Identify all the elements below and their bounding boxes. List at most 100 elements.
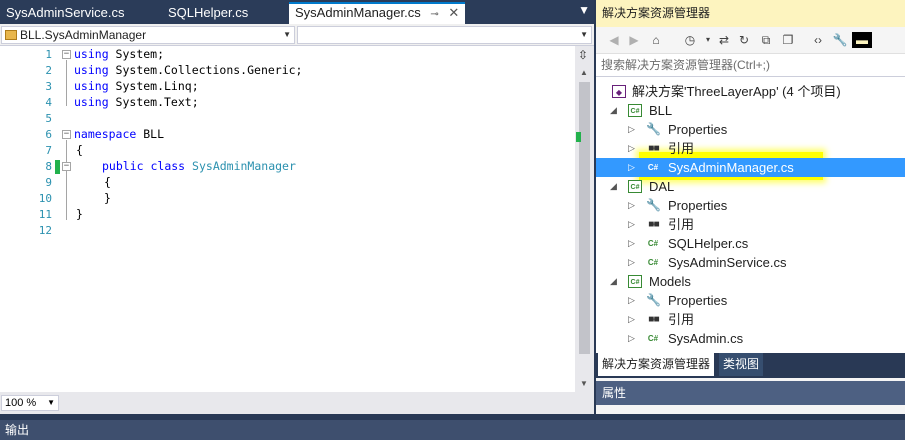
tree-item-label: Properties [668, 293, 728, 308]
properties-panel-body [596, 405, 905, 414]
tree-item-file[interactable]: ▷ C# SysAdmin.cs [596, 329, 905, 348]
properties-icon[interactable]: 🔧 [832, 32, 848, 48]
expand-arrow-icon[interactable]: ▷ [628, 329, 635, 348]
expand-arrow-icon[interactable]: ▷ [628, 291, 635, 310]
line-number: 10 [38, 192, 52, 205]
scroll-down-icon[interactable]: ▼ [580, 379, 588, 388]
close-icon[interactable]: ✕ [448, 5, 459, 20]
code-line: public class SysAdminManager [102, 159, 296, 173]
tree-item-properties[interactable]: ▷ 🔧 Properties [596, 291, 905, 310]
home-icon[interactable]: ⌂ [648, 32, 664, 48]
chevron-down-icon[interactable]: ▾ [700, 32, 716, 48]
member-dropdown[interactable]: ▼ [297, 26, 592, 44]
refresh-icon[interactable]: ↻ [736, 32, 752, 48]
tab-list-dropdown-icon[interactable]: ▼ [578, 3, 590, 17]
solution-explorer-toolbar: ◀ ▶ ⌂ ◷ ▾ ⇄ ↻ ⧉ ❐ ‹› 🔧 ▬ [596, 27, 905, 54]
fold-guide [66, 60, 67, 106]
tab-sysadminservice[interactable]: SysAdminService.cs [0, 2, 130, 24]
tree-item-properties[interactable]: ▷ 🔧 Properties [596, 196, 905, 215]
expand-arrow-icon[interactable]: ▷ [628, 120, 635, 139]
keyword: namespace [74, 127, 137, 141]
zoom-dropdown[interactable]: 100 % ▼ [1, 395, 59, 411]
tab-label: SysAdminManager.cs [295, 5, 421, 20]
collapse-all-icon[interactable]: ⧉ [758, 32, 774, 48]
code-line: using System.Text; [74, 95, 199, 109]
tree-item-file[interactable]: ▷ C# SQLHelper.cs [596, 234, 905, 253]
show-all-files-icon[interactable]: ❐ [780, 32, 796, 48]
type-dropdown[interactable]: BLL.SysAdminManager ▼ [1, 26, 295, 44]
back-icon[interactable]: ◀ [606, 32, 622, 48]
expanded-arrow-icon[interactable]: ◢ [610, 272, 617, 291]
namespace-ref: System.Collections.Generic; [108, 63, 303, 77]
properties-panel-title[interactable]: 属性 [596, 381, 905, 405]
forward-icon[interactable]: ▶ [626, 32, 642, 48]
horizontal-scrollbar[interactable] [64, 399, 574, 407]
expand-arrow-icon[interactable]: ▷ [628, 196, 635, 215]
namespace-name: BLL [136, 127, 165, 141]
references-icon: ■-■ [648, 143, 659, 154]
scroll-up-icon[interactable]: ▲ [580, 68, 588, 77]
expand-arrow-icon[interactable]: ▷ [628, 158, 635, 177]
editor-bottom-bar: 100 % ▼ [0, 392, 594, 414]
pending-changes-filter-icon[interactable]: ◷ [682, 32, 698, 48]
pin-icon[interactable]: ⊸ [430, 9, 438, 20]
tree-item-solution[interactable]: ◆ 解决方案'ThreeLayerApp' (4 个项目) [596, 82, 905, 101]
tree-item-references[interactable]: ▷ ■-■ 引用 [596, 215, 905, 234]
expand-arrow-icon[interactable]: ▷ [628, 215, 635, 234]
output-panel-tab[interactable]: 输出 [0, 420, 905, 440]
sync-icon[interactable]: ⇄ [716, 32, 732, 48]
scrollbar-thumb[interactable] [579, 82, 590, 354]
expanded-arrow-icon[interactable]: ◢ [610, 177, 617, 196]
tree-item-label: Properties [668, 122, 728, 137]
vs-ide-window: SysAdminService.cs SQLHelper.cs SysAdmin… [0, 0, 905, 440]
tab-label: SysAdminService.cs [6, 5, 125, 20]
keyword: using [74, 95, 109, 109]
tree-item-project[interactable]: ◢ C# Models [596, 272, 905, 291]
wrench-icon: 🔧 [646, 293, 661, 307]
tree-item-file[interactable]: ▷ C# SysAdminService.cs [596, 253, 905, 272]
solution-search-input[interactable]: 搜索解决方案资源管理器(Ctrl+;) [596, 54, 905, 77]
code-line: } [76, 207, 83, 221]
tree-item-references[interactable]: ▷ ■-■ 引用 [596, 310, 905, 329]
line-number: 4 [45, 96, 52, 109]
csharp-project-icon: C# [628, 180, 642, 193]
code-editor: SysAdminService.cs SQLHelper.cs SysAdmin… [0, 0, 594, 414]
tab-sysadminmanager[interactable]: SysAdminManager.cs ⊸ ✕ [289, 2, 465, 24]
chevron-down-icon: ▼ [283, 30, 291, 39]
tree-item-label: SQLHelper.cs [668, 236, 749, 251]
type-dropdown-value: BLL.SysAdminManager [20, 28, 147, 42]
code-line: using System; [74, 47, 164, 61]
keyword: public [102, 159, 144, 173]
tab-class-view[interactable]: 类视图 [719, 353, 764, 376]
expand-arrow-icon[interactable]: ▷ [628, 234, 635, 253]
preview-selected-icon[interactable]: ▬ [852, 32, 872, 48]
tree-item-project[interactable]: ◢ C# DAL [596, 177, 905, 196]
tree-item-properties[interactable]: ▷ 🔧 Properties [596, 120, 905, 139]
expanded-arrow-icon[interactable]: ◢ [610, 101, 617, 120]
csharp-project-icon: C# [628, 104, 642, 117]
tab-solution-explorer[interactable]: 解决方案资源管理器 [598, 353, 715, 376]
tree-item-file-selected[interactable]: ▷ C# SysAdminManager.cs [596, 158, 905, 177]
tree-item-label: Models [649, 274, 691, 289]
tree-item-project[interactable]: ◢ C# BLL [596, 101, 905, 120]
code-text-area[interactable]: 1 2 3 4 5 6 7 8 9 10 11 12 − − − using S… [0, 46, 575, 392]
vertical-scrollbar[interactable]: ⇳ ▲ ▼ [575, 46, 594, 392]
expand-arrow-icon[interactable]: ▷ [628, 310, 635, 329]
split-window-icon[interactable]: ⇳ [578, 48, 588, 62]
tree-item-references[interactable]: ▷ ■-■ 引用 [596, 139, 905, 158]
line-number: 8 [45, 160, 52, 173]
expand-arrow-icon[interactable]: ▷ [628, 139, 635, 158]
tree-item-label: SysAdminManager.cs [668, 160, 794, 175]
collapse-icon[interactable]: − [62, 130, 71, 139]
zoom-value: 100 % [5, 397, 37, 409]
collapse-icon[interactable]: − [62, 50, 71, 59]
tree-item-label: 解决方案'ThreeLayerApp' (4 个项目) [632, 84, 841, 99]
collapse-icon[interactable]: − [62, 162, 71, 171]
csharp-project-icon: C# [628, 275, 642, 288]
tree-item-label: Properties [668, 198, 728, 213]
tab-sqlhelper[interactable]: SQLHelper.cs [162, 2, 254, 24]
view-code-icon[interactable]: ‹› [810, 32, 826, 48]
csharp-file-icon: C# [647, 163, 659, 172]
references-icon: ■-■ [648, 314, 659, 325]
expand-arrow-icon[interactable]: ▷ [628, 253, 635, 272]
